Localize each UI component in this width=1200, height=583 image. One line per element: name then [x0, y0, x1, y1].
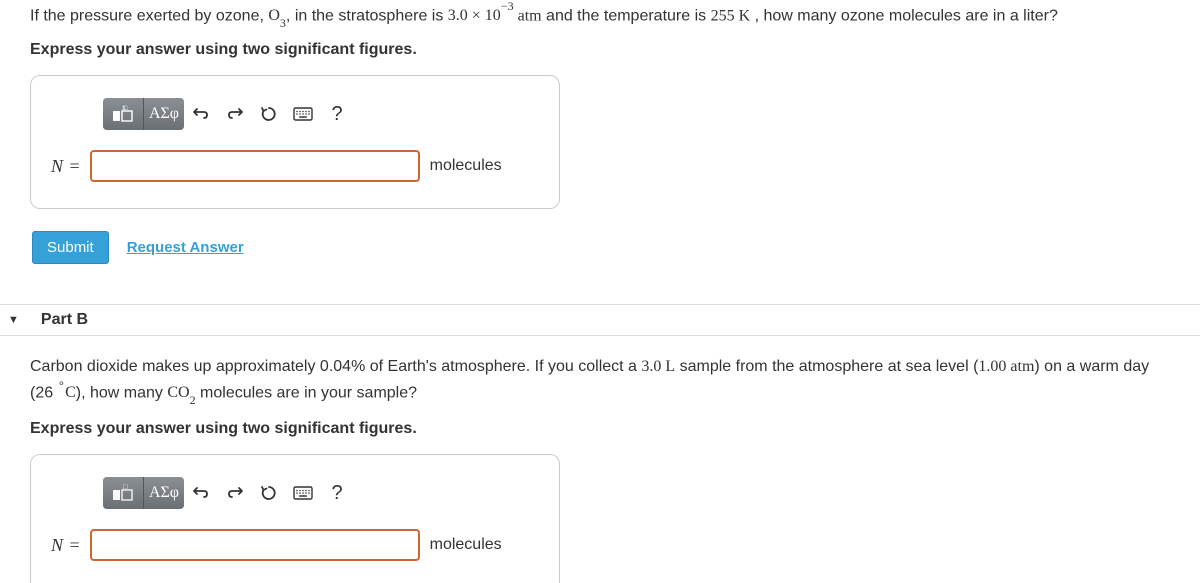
part-b-header[interactable]: ▼ Part B — [0, 304, 1200, 336]
part-a-instruction: Express your answer using two significan… — [0, 41, 1200, 75]
submit-row: Submit Request Answer — [32, 231, 1200, 264]
undo-button[interactable] — [184, 477, 218, 509]
redo-icon — [226, 484, 244, 502]
template-button[interactable]: □ — [103, 477, 144, 509]
answer-row: N = molecules — [51, 529, 539, 561]
unit: L — [665, 358, 675, 375]
unit-label: molecules — [430, 157, 502, 175]
formatting-toolbar: □ ΑΣφ ? — [103, 477, 539, 509]
text: molecules are in your sample? — [196, 384, 417, 401]
pressure-value: 3.0 × 10−3 — [448, 7, 514, 24]
keyboard-button[interactable] — [286, 98, 320, 130]
formatting-toolbar: x □ ΑΣφ — [103, 98, 539, 130]
reset-icon — [260, 105, 278, 123]
template-icon: x □ — [112, 105, 134, 123]
reset-icon — [260, 484, 278, 502]
undo-icon — [192, 105, 210, 123]
pressure-value: 1.00 — [978, 358, 1010, 375]
template-button-group: x □ ΑΣφ — [103, 98, 184, 130]
text: ), how many — [76, 384, 168, 401]
redo-button[interactable] — [218, 98, 252, 130]
keyboard-button[interactable] — [286, 477, 320, 509]
keyboard-icon — [293, 107, 313, 121]
greek-symbols-button[interactable]: ΑΣφ — [144, 98, 184, 130]
greek-symbols-button[interactable]: ΑΣφ — [144, 477, 184, 509]
redo-icon — [226, 105, 244, 123]
answer-row: N = molecules — [51, 150, 539, 182]
unit: atm — [1010, 358, 1034, 375]
submit-button[interactable]: Submit — [32, 231, 109, 264]
unit: atm — [514, 7, 542, 24]
volume-value: 3.0 — [641, 358, 665, 375]
text: , in the stratosphere is — [286, 7, 448, 24]
help-button[interactable]: ? — [320, 477, 354, 509]
temp-value: 255 — [711, 7, 739, 24]
part-b-instruction: Express your answer using two significan… — [0, 420, 1200, 454]
request-answer-link[interactable]: Request Answer — [127, 239, 244, 256]
reset-button[interactable] — [252, 477, 286, 509]
unit: K — [739, 7, 751, 24]
degree-unit: ∘C — [58, 384, 76, 401]
text: Carbon dioxide makes up approximately 0.… — [30, 358, 641, 375]
text: , how many ozone molecules are in a lite… — [750, 7, 1058, 24]
part-b-question: Carbon dioxide makes up approximately 0.… — [0, 336, 1200, 420]
variable-label: N = — [51, 535, 80, 556]
text: sample from the atmosphere at sea level … — [675, 358, 978, 375]
part-a-question: If the pressure exerted by ozone, O3, in… — [0, 2, 1200, 41]
variable-label: N = — [51, 156, 80, 177]
answer-input[interactable] — [90, 150, 420, 182]
answer-input[interactable] — [90, 529, 420, 561]
help-button[interactable]: ? — [320, 98, 354, 130]
redo-button[interactable] — [218, 477, 252, 509]
undo-button[interactable] — [184, 98, 218, 130]
co2-symbol: CO2 — [167, 384, 195, 401]
ozone-symbol: O3 — [268, 7, 286, 24]
template-button[interactable]: x □ — [103, 98, 144, 130]
reset-button[interactable] — [252, 98, 286, 130]
text: and the temperature is — [542, 7, 711, 24]
template-icon: □ — [112, 484, 134, 502]
part-b-title: Part B — [41, 311, 88, 329]
part-b-answer-area: □ ΑΣφ ? N = molecules — [30, 454, 560, 583]
undo-icon — [192, 484, 210, 502]
collapse-icon[interactable]: ▼ — [8, 314, 19, 326]
keyboard-icon — [293, 486, 313, 500]
part-a-answer-area: x □ ΑΣφ — [30, 75, 560, 209]
template-button-group: □ ΑΣφ — [103, 477, 184, 509]
text: If the pressure exerted by ozone, — [30, 7, 268, 24]
unit-label: molecules — [430, 536, 502, 554]
